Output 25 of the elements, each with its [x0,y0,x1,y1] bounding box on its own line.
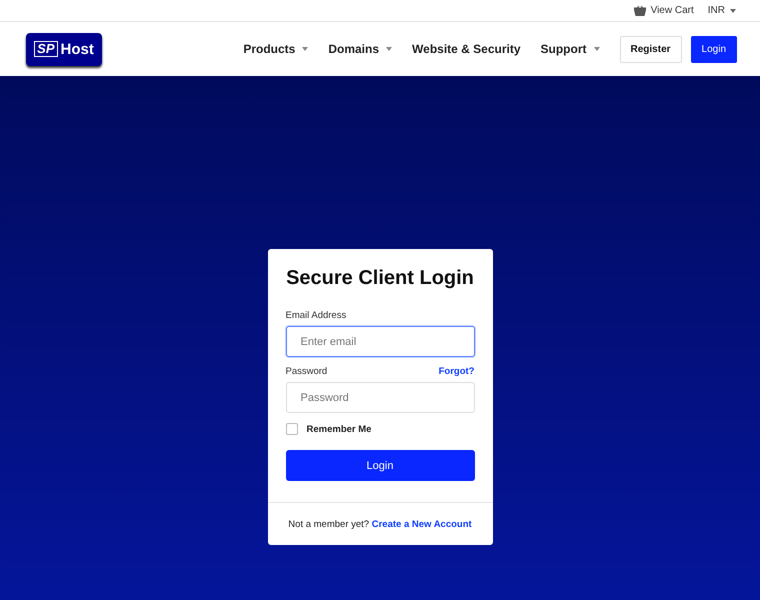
checkbox[interactable] [286,423,298,435]
checkbox-label: Remember Me [306,424,372,434]
forgot-link[interactable]: Forgot? [438,366,474,377]
caret-icon [386,47,392,51]
field-label: Email Address [286,310,348,321]
caret-icon [302,47,308,51]
currency-dropdown[interactable]: INR [708,5,736,16]
basket-icon [634,6,646,16]
nav-item[interactable]: Products [243,42,308,56]
logo[interactable]: SP Host [26,32,102,66]
view-cart-link[interactable]: View Cart [634,5,694,16]
signup-prompt: Not a member yet? [288,518,370,530]
nav-item[interactable]: Website & Security [412,42,521,56]
register-button[interactable]: Register [620,36,682,62]
caret-icon [730,8,736,12]
nav-item[interactable]: Domains [328,42,392,56]
nav-item[interactable]: Support [540,42,600,56]
login-title: Secure Client Login [286,267,474,290]
login-submit-button[interactable]: Login [286,450,474,481]
login-button[interactable]: Login [690,36,737,62]
password-field[interactable]: Password [286,382,474,413]
caret-icon [594,47,600,51]
create-account-link[interactable]: Create a New Account [372,518,472,530]
email-field[interactable]: Enter email [286,326,474,357]
field-label: Password [286,366,328,377]
